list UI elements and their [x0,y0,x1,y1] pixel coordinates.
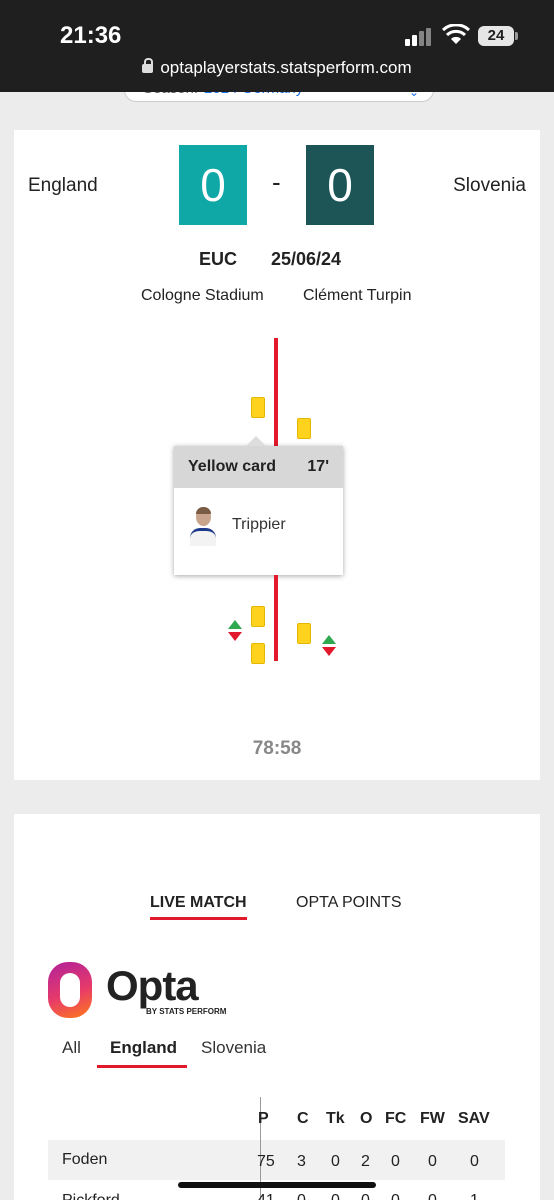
url-text: optaplayerstats.statsperform.com [160,58,412,77]
stat-cell: 0 [297,1192,306,1200]
stat-cell: 0 [361,1192,370,1200]
tab-slovenia[interactable]: Slovenia [201,1038,266,1058]
column-header-o[interactable]: O [360,1110,372,1128]
address-bar[interactable]: optaplayerstats.statsperform.com [0,58,554,78]
substitution-icon[interactable] [322,635,336,659]
tab-england[interactable]: England [110,1038,177,1058]
stat-cell: 0 [428,1153,437,1170]
stat-cell: 2 [361,1153,370,1170]
yellow-card-icon[interactable] [251,397,265,418]
stat-cell: 0 [391,1153,400,1170]
stat-cell: 0 [428,1192,437,1200]
yellow-card-icon[interactable] [297,623,311,644]
venue: Cologne Stadium [141,287,264,304]
tab-all[interactable]: All [62,1038,81,1058]
substitution-icon[interactable] [228,620,242,644]
column-header-c[interactable]: C [297,1110,309,1128]
home-indicator[interactable] [178,1182,376,1188]
column-header-fc[interactable]: FC [385,1110,406,1128]
player-name[interactable]: Foden [62,1151,107,1169]
match-date: 25/06/24 [271,249,342,269]
stat-cell: 75 [257,1153,275,1170]
stats-card: LIVE MATCH OPTA POINTS Opta BY STATS PER… [14,814,540,1200]
lock-icon [142,58,154,73]
opta-mark-icon [48,962,92,1018]
column-header-sav[interactable]: SAV [458,1110,490,1128]
timeline-line [274,338,278,448]
column-header-tk[interactable]: Tk [326,1110,345,1128]
opta-byline: BY STATS PERFORM [146,1007,227,1016]
opta-logo: Opta BY STATS PERFORM [48,960,228,1020]
column-header-p[interactable]: P [258,1110,269,1128]
column-header-fw[interactable]: FW [420,1110,445,1128]
player-avatar [188,504,218,546]
home-score: 0 [179,145,247,225]
tab-opta-points[interactable]: OPTA POINTS [296,894,402,912]
away-score: 0 [306,145,374,225]
yellow-card-icon[interactable] [251,643,265,664]
stat-cell: 0 [331,1153,340,1170]
signal-icon [405,28,433,46]
home-team-name[interactable]: England [28,175,98,197]
status-bar: 21:36 24 optaplayerstats.statsperform.co… [0,0,554,92]
stat-cell: 41 [257,1192,275,1200]
tooltip-header: Yellow card 17' [174,446,343,488]
tooltip-event: Yellow card [188,458,277,475]
referee: Clément Turpin [303,287,412,304]
score-separator: - [272,167,281,197]
player-name[interactable]: Pickford [62,1192,120,1200]
competition: EUC [199,249,238,269]
yellow-card-icon[interactable] [297,418,311,439]
opta-wordmark: Opta [106,962,199,1009]
status-time: 21:36 [60,22,122,49]
stat-cell: 1 [470,1192,479,1200]
stat-cell: 0 [470,1153,479,1170]
active-tab-indicator [97,1065,187,1068]
stat-cell: 3 [297,1153,306,1170]
tooltip-player[interactable]: Trippier [232,516,286,534]
yellow-card-icon[interactable] [251,606,265,627]
match-clock: 78:58 [252,738,302,759]
battery-icon: 24 [478,26,518,46]
wifi-icon [442,24,470,44]
event-tooltip: Yellow card 17' Trippier [174,436,343,575]
stat-cell: 0 [391,1192,400,1200]
tab-live-match[interactable]: LIVE MATCH [150,894,247,920]
match-card: England 0 - 0 Slovenia EUC 25/06/24 Colo… [14,130,540,780]
timeline-line [274,575,278,661]
stat-cell: 0 [331,1192,340,1200]
away-team-name[interactable]: Slovenia [453,175,526,197]
tooltip-minute: 17' [307,458,329,475]
